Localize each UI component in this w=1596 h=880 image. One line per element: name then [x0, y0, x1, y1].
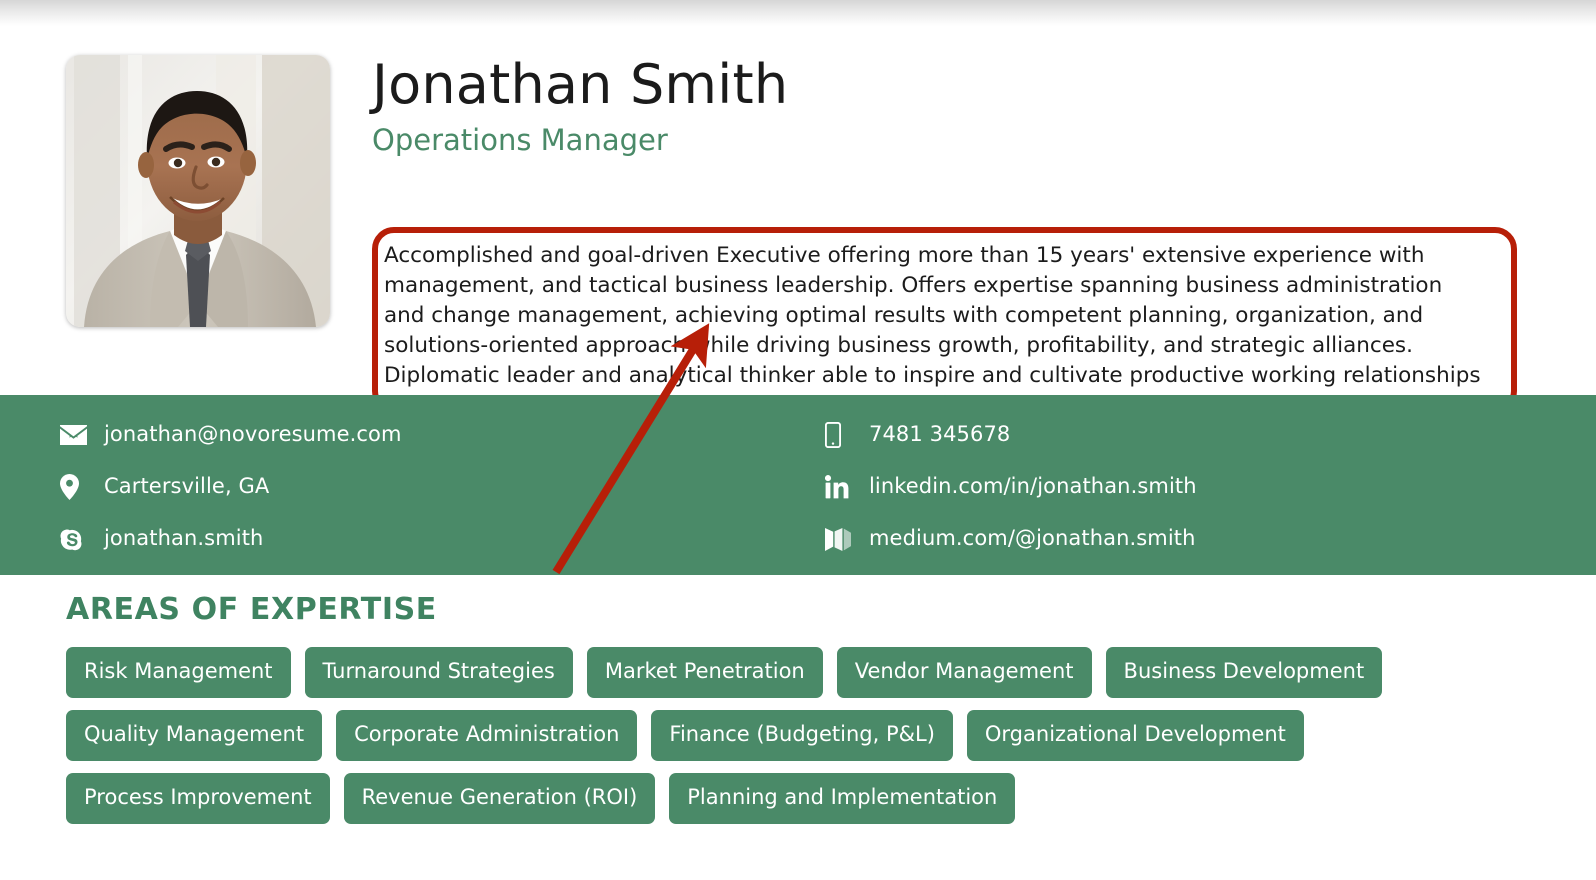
contact-phone-value: 7481 345678 [869, 422, 1011, 447]
linkedin-icon [825, 475, 869, 499]
job-title: Operations Manager [372, 122, 668, 157]
expertise-tag[interactable]: Turnaround Strategies [304, 647, 573, 698]
contact-column-left: jonathan@novoresume.com Cartersville, GA [60, 409, 760, 565]
expertise-tag[interactable]: Corporate Administration [336, 710, 638, 761]
contact-band: jonathan@novoresume.com Cartersville, GA [0, 395, 1596, 575]
contact-item-email[interactable]: jonathan@novoresume.com [60, 409, 760, 461]
contact-item-linkedin[interactable]: linkedin.com/in/jonathan.smith [825, 461, 1525, 513]
expertise-tag-row: Process Improvement Revenue Generation (… [66, 773, 1536, 824]
expertise-tag[interactable]: Finance (Budgeting, P&L) [651, 710, 953, 761]
resume-summary: Accomplished and goal-driven Executive o… [372, 227, 1517, 418]
skype-icon [60, 527, 104, 552]
contact-item-phone[interactable]: 7481 345678 [825, 409, 1525, 461]
contact-item-medium[interactable]: medium.com/@jonathan.smith [825, 513, 1525, 565]
profile-photo-image [66, 55, 330, 327]
expertise-tag[interactable]: Process Improvement [66, 773, 330, 824]
expertise-tag[interactable]: Quality Management [66, 710, 323, 761]
expertise-tag[interactable]: Business Development [1105, 647, 1383, 698]
resume-header: Jonathan Smith Operations Manager Accomp… [0, 53, 1596, 418]
contact-item-location[interactable]: Cartersville, GA [60, 461, 760, 513]
contact-location-value: Cartersville, GA [104, 474, 270, 499]
expertise-tag[interactable]: Planning and Implementation [669, 773, 1016, 824]
contact-linkedin-value: linkedin.com/in/jonathan.smith [869, 474, 1197, 499]
expertise-tag-row: Risk Management Turnaround Strategies Ma… [66, 647, 1536, 698]
mobile-phone-icon [825, 422, 869, 448]
contact-item-skype[interactable]: jonathan.smith [60, 513, 760, 565]
expertise-tag[interactable]: Market Penetration [586, 647, 823, 698]
identity-block: Jonathan Smith Operations Manager [372, 53, 1532, 158]
expertise-tag[interactable]: Vendor Management [836, 647, 1092, 698]
areas-of-expertise-section: AREAS OF EXPERTISE Risk Management Turna… [0, 592, 1596, 836]
profile-photo [66, 55, 330, 327]
expertise-tag-rows: Risk Management Turnaround Strategies Ma… [66, 647, 1536, 824]
expertise-tag[interactable]: Revenue Generation (ROI) [343, 773, 656, 824]
expertise-tag-row: Quality Management Corporate Administrat… [66, 710, 1536, 761]
expertise-tag[interactable]: Organizational Development [966, 710, 1304, 761]
medium-icon [825, 527, 869, 551]
envelope-icon [60, 425, 104, 445]
contact-email-value: jonathan@novoresume.com [104, 422, 402, 447]
page-title: Jonathan Smith [372, 53, 789, 116]
page-top-shadow [0, 0, 1596, 26]
contact-column-right: 7481 345678 linkedin.com/in/jonathan.smi… [825, 409, 1525, 565]
expertise-tag[interactable]: Risk Management [66, 647, 291, 698]
section-title: AREAS OF EXPERTISE [66, 592, 437, 627]
resume-page: Jonathan Smith Operations Manager Accomp… [0, 0, 1596, 880]
map-pin-icon [60, 474, 104, 500]
contact-medium-value: medium.com/@jonathan.smith [869, 526, 1196, 551]
contact-skype-value: jonathan.smith [104, 526, 264, 551]
